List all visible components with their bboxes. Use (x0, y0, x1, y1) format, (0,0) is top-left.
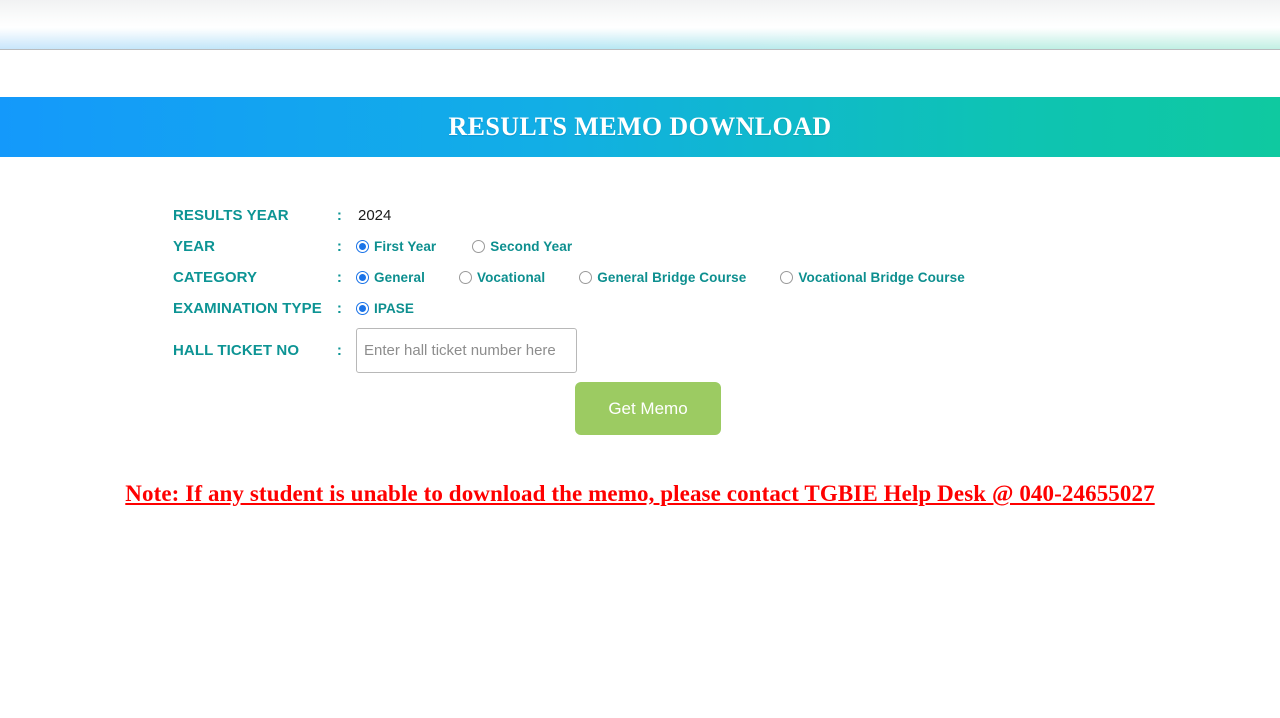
results-year-label: RESULTS YEAR (173, 207, 289, 224)
examination-type-label: EXAMINATION TYPE (173, 300, 322, 317)
radio-year-first[interactable]: First Year (356, 239, 436, 254)
category-label-group: CATEGORY : (173, 269, 344, 286)
results-year-value: 2024 (358, 207, 392, 224)
radio-exam-ipase-label: IPASE (374, 301, 415, 316)
radio-unselected-icon[interactable] (579, 271, 593, 284)
radio-exam-ipase[interactable]: IPASE (356, 301, 414, 316)
results-memo-form: RESULTS YEAR : 2024 YEAR : First Year Se… (0, 200, 1280, 435)
year-radio-group: First Year Second Year (344, 239, 572, 254)
hall-ticket-input[interactable] (356, 327, 577, 373)
radio-category-general-bridge-label: General Bridge Course (597, 270, 747, 285)
hall-ticket-colon: : (336, 341, 342, 359)
radio-year-second-label: Second Year (490, 239, 573, 254)
form-row-examination-type: EXAMINATION TYPE : IPASE (0, 293, 1280, 324)
radio-category-vocational-label: Vocational (476, 270, 546, 285)
hall-ticket-label: HALL TICKET NO (173, 341, 300, 359)
hall-ticket-label-group: HALL TICKET NO : (173, 342, 344, 359)
results-year-label-group: RESULTS YEAR : (173, 207, 344, 224)
radio-unselected-icon[interactable] (458, 271, 472, 284)
radio-selected-icon[interactable] (356, 240, 369, 253)
page-title: RESULTS MEMO DOWNLOAD (448, 112, 832, 141)
radio-category-vocational-bridge-label: Vocational Bridge Course (798, 270, 965, 285)
radio-category-vocational-bridge[interactable]: Vocational Bridge Course (780, 270, 965, 285)
top-strip-gloss (0, 0, 1280, 49)
year-label: YEAR (173, 238, 216, 255)
form-row-hall-ticket: HALL TICKET NO : (0, 324, 1280, 376)
radio-unselected-icon[interactable] (780, 271, 794, 284)
radio-category-vocational[interactable]: Vocational (458, 270, 546, 285)
radio-category-general-label: General (374, 270, 425, 285)
year-colon: : (336, 238, 342, 255)
top-decoration-strip (0, 0, 1280, 50)
page-banner: RESULTS MEMO DOWNLOAD (0, 97, 1280, 157)
radio-category-general[interactable]: General (356, 270, 425, 285)
form-row-category: CATEGORY : General Vocational General Br… (0, 262, 1280, 293)
hall-ticket-input-group (356, 327, 577, 373)
radio-category-general-bridge[interactable]: General Bridge Course (579, 270, 746, 285)
year-label-group: YEAR : (173, 238, 344, 255)
radio-year-second[interactable]: Second Year (472, 239, 572, 254)
help-desk-note: Note: If any student is unable to downlo… (125, 481, 1155, 506)
results-year-value-group: 2024 (344, 207, 391, 224)
form-row-results-year: RESULTS YEAR : 2024 (0, 200, 1280, 231)
category-colon: : (336, 269, 342, 286)
radio-selected-icon[interactable] (356, 271, 369, 284)
radio-unselected-icon[interactable] (472, 240, 486, 253)
category-label: CATEGORY (173, 269, 258, 286)
submit-row: Get Memo (0, 382, 1280, 435)
results-year-colon: : (336, 207, 342, 224)
examination-type-colon: : (336, 300, 342, 317)
examination-type-label-group: EXAMINATION TYPE : (173, 300, 344, 317)
category-radio-group: General Vocational General Bridge Course… (344, 270, 965, 285)
radio-selected-icon[interactable] (356, 302, 369, 315)
radio-year-first-label: First Year (374, 239, 437, 254)
examination-type-radio-group: IPASE (344, 301, 414, 316)
get-memo-button[interactable]: Get Memo (575, 382, 721, 435)
form-row-year: YEAR : First Year Second Year (0, 231, 1280, 262)
